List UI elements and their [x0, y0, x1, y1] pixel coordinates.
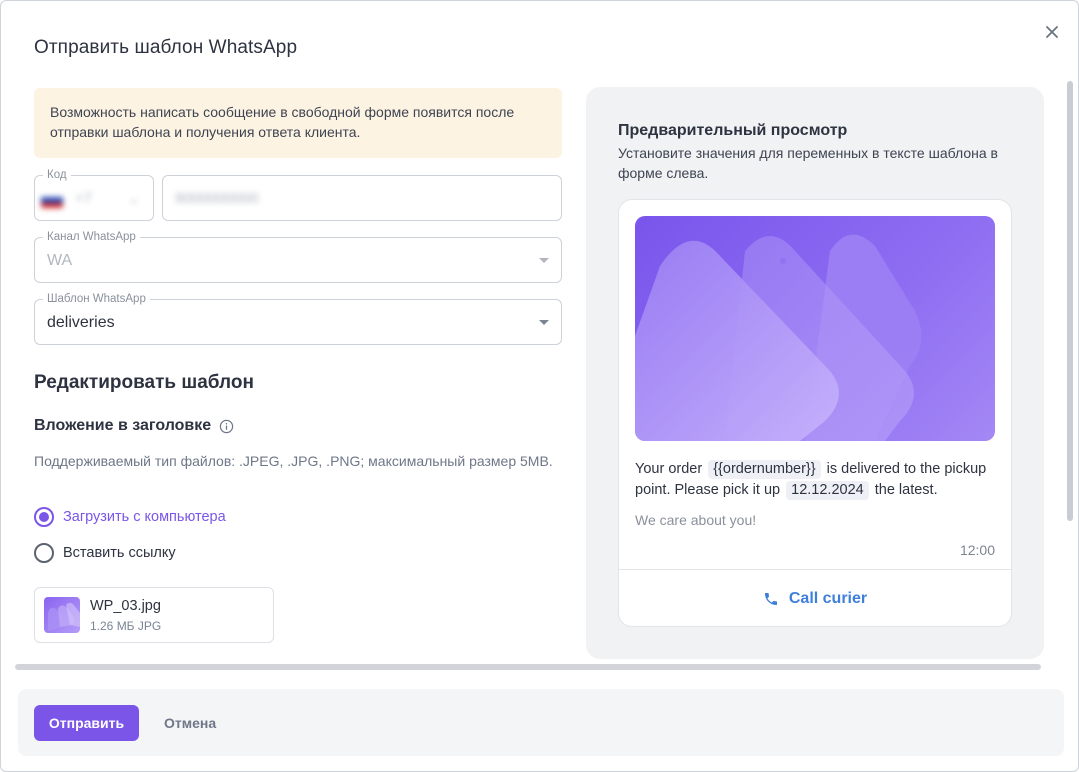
- call-button[interactable]: Call curier: [619, 570, 1011, 626]
- code-value: +7: [75, 190, 93, 207]
- phone-input[interactable]: 9000000000: [162, 175, 562, 221]
- attachment-heading: Вложение в заголовке: [34, 417, 234, 435]
- variable-chip-ordernumber: {{ordernumber}}: [708, 460, 821, 479]
- radio-checked-icon[interactable]: [34, 507, 54, 527]
- message-preview-card: Your order {{ordernumber}} is delivered …: [618, 199, 1012, 627]
- template-label: Шаблон WhatsApp: [43, 292, 150, 306]
- template-value: deliveries: [47, 314, 115, 331]
- radio-upload-label: Загрузить с компьютера: [63, 509, 226, 525]
- channel-select[interactable]: Канал WhatsApp WA: [34, 230, 562, 283]
- close-icon[interactable]: [1041, 21, 1063, 43]
- template-select[interactable]: Шаблон WhatsApp deliveries: [34, 292, 562, 345]
- free-form-notice: Возможность написать сообщение в свободн…: [34, 88, 562, 158]
- message-text-part1: Your order: [635, 461, 703, 477]
- code-label: Код: [43, 168, 71, 182]
- file-thumbnail: [44, 597, 80, 633]
- radio-insert-link[interactable]: Вставить ссылку: [34, 543, 176, 563]
- header-image: [635, 216, 995, 441]
- radio-upload-from-computer[interactable]: Загрузить с компьютера: [34, 507, 226, 527]
- file-meta: 1.26 МБ JPG: [90, 619, 162, 633]
- channel-value: WA: [47, 252, 73, 269]
- radio-unchecked-icon[interactable]: [34, 543, 54, 563]
- channel-label: Канал WhatsApp: [43, 230, 140, 244]
- preview-panel: Предварительный просмотр Установите знач…: [586, 87, 1044, 659]
- preview-title: Предварительный просмотр: [618, 122, 848, 139]
- flag-icon: [41, 192, 63, 208]
- phone-icon: [764, 592, 777, 605]
- dropdown-arrow-icon: [539, 320, 549, 325]
- preview-subtitle: Установите значения для переменных в тек…: [618, 145, 998, 181]
- call-button-label: Call curier: [788, 589, 868, 607]
- dialog-footer: Отправить Отмена: [18, 689, 1064, 756]
- file-name: WP_03.jpg: [90, 598, 161, 614]
- cancel-button[interactable]: Отмена: [152, 705, 228, 741]
- uploaded-file-card[interactable]: WP_03.jpg 1.26 МБ JPG: [34, 587, 274, 643]
- dropdown-arrow-icon: [539, 258, 549, 263]
- attachment-heading-text: Вложение в заголовке: [34, 417, 212, 434]
- country-code-select[interactable]: Код +7 ⌄: [34, 168, 154, 221]
- message-text-part3: the latest.: [874, 482, 938, 498]
- edit-template-heading: Редактировать шаблон: [34, 372, 254, 393]
- chevron-down-icon: ⌄: [129, 192, 140, 206]
- vertical-scrollbar[interactable]: [1067, 81, 1073, 521]
- dialog-title: Отправить шаблон WhatsApp: [34, 37, 298, 58]
- message-time: 12:00: [959, 542, 995, 558]
- radio-link-label: Вставить ссылку: [63, 545, 176, 561]
- variable-chip-date: 12.12.2024: [786, 481, 869, 500]
- info-icon[interactable]: [219, 419, 234, 434]
- horizontal-scrollbar[interactable]: [15, 664, 1041, 670]
- phone-value: 9000000000: [175, 190, 259, 207]
- send-button[interactable]: Отправить: [34, 705, 139, 741]
- message-footer: We care about you!: [635, 512, 757, 528]
- whatsapp-template-dialog: Отправить шаблон WhatsApp Возможность на…: [0, 0, 1079, 772]
- attachment-hint: Поддерживаемый тип файлов: .JPEG, .JPG, …: [34, 453, 553, 469]
- message-body: Your order {{ordernumber}} is delivered …: [635, 459, 997, 501]
